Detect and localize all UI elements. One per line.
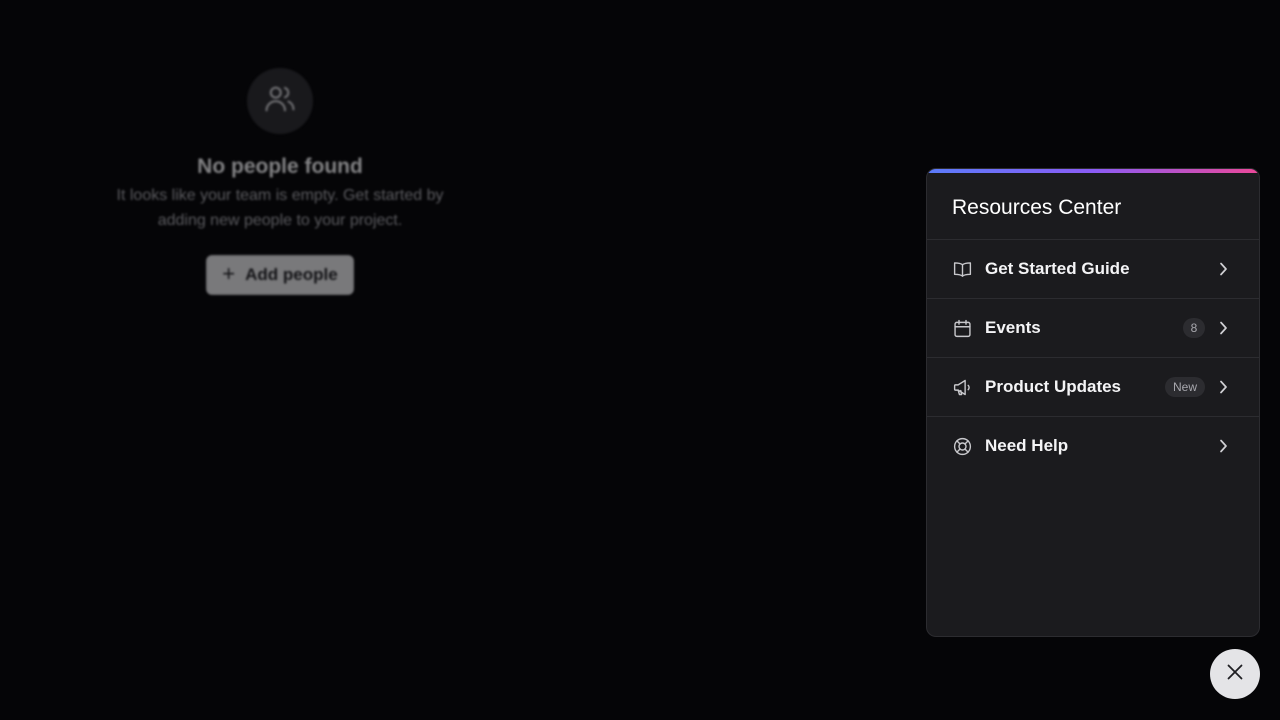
add-people-button[interactable]: + Add people xyxy=(206,255,354,295)
chevron-right-icon xyxy=(1217,439,1229,453)
resource-item-label: Product Updates xyxy=(985,377,1122,396)
resource-item-label: Get Started Guide xyxy=(985,259,1130,278)
resource-item-label: Need Help xyxy=(985,436,1069,455)
resource-item-label: Events xyxy=(985,318,1041,337)
resource-item-need-help[interactable]: Need Help xyxy=(927,417,1259,475)
new-badge: New xyxy=(1164,377,1205,397)
panel-accent-bar xyxy=(927,169,1259,173)
megaphone-icon xyxy=(952,377,973,398)
resource-item-get-started-guide[interactable]: Get Started Guide xyxy=(927,240,1259,299)
resources-list: Get Started Guide Events 8 Product Updat… xyxy=(927,239,1259,475)
empty-avatar xyxy=(247,68,313,134)
calendar-icon xyxy=(952,318,973,339)
resource-item-product-updates[interactable]: Product Updates New xyxy=(927,358,1259,417)
lifebuoy-icon xyxy=(952,436,973,457)
close-resources-button[interactable] xyxy=(1210,649,1260,699)
chevron-right-icon xyxy=(1217,262,1229,276)
empty-state-description: It looks like your team is empty. Get st… xyxy=(116,187,444,229)
users-icon xyxy=(263,82,297,121)
close-icon xyxy=(1225,662,1245,687)
plus-icon: + xyxy=(222,261,236,286)
resource-item-events[interactable]: Events 8 xyxy=(927,299,1259,358)
resources-center-panel: Resources Center Get Started Guide Event… xyxy=(926,168,1260,637)
empty-state-title: No people found xyxy=(197,155,363,178)
chevron-right-icon xyxy=(1217,380,1229,394)
panel-title: Resources Center xyxy=(952,196,1122,219)
book-icon xyxy=(952,259,973,280)
events-count-badge: 8 xyxy=(1183,318,1205,338)
empty-state: No people found It looks like your team … xyxy=(110,68,450,295)
add-people-label: Add people xyxy=(245,265,338,284)
chevron-right-icon xyxy=(1217,321,1229,335)
